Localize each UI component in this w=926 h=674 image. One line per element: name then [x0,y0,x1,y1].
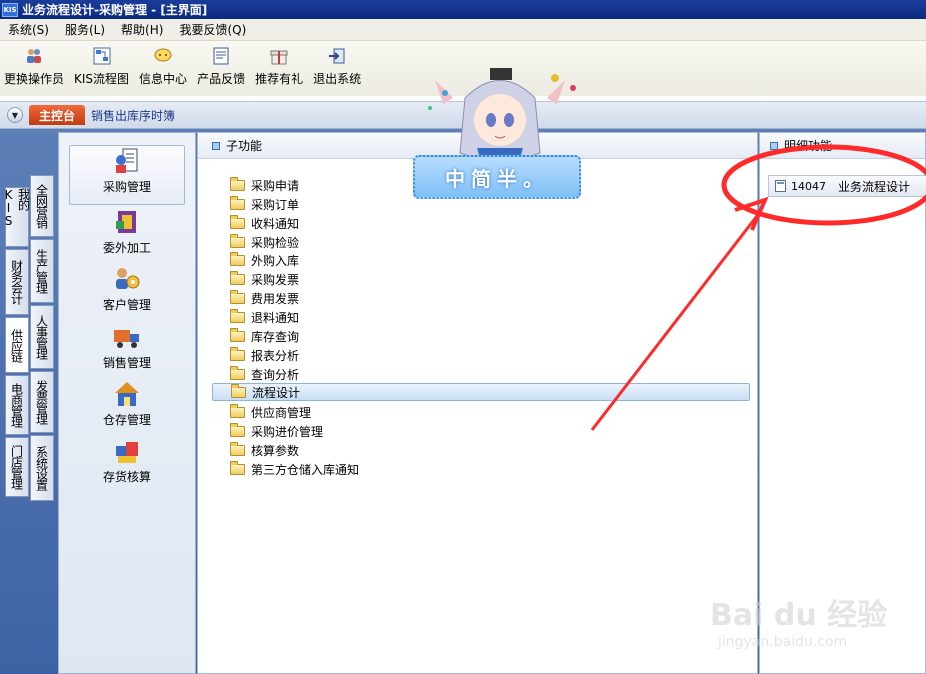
sales-truck-icon [112,322,142,352]
folder-icon [230,270,245,285]
folder-icon [230,346,245,361]
kis-logo-icon: KIS [2,2,18,17]
switch-operator-button[interactable]: 更换操作员 [4,47,64,87]
vtab-ecommerce[interactable]: 电商管理 [5,375,29,435]
product-feedback-button[interactable]: 产品反馈 [197,47,245,87]
menu-bar: 系统(S) 服务(L) 帮助(H) 我要反馈(Q) [0,19,926,41]
folder-icon [230,251,245,266]
detail-item-workflow-design[interactable]: 14047 业务流程设计 [768,175,926,197]
category-panel: 采购管理 委外加工 客户管理 销售管理 仓存管理 存货核算 [58,132,196,674]
tab-dropdown-button[interactable]: ▼ [7,107,23,123]
category-sales[interactable]: 销售管理 [69,322,185,376]
folder-icon [230,195,245,210]
folder-icon [230,422,245,437]
document-icon [775,180,786,192]
detail-header: 明细功能 [760,133,925,159]
tree-item[interactable]: 收料通知 [212,214,750,232]
chevron-down-icon: ▼ [11,110,19,120]
folder-icon [230,403,245,418]
subfunction-panel: 子功能 采购申请 采购订单 收料通知 采购检验 外购入库 采购发票 费用发票 退… [197,132,758,674]
square-bullet-icon [770,141,778,150]
message-icon [154,47,172,65]
outsourcing-icon [112,207,142,237]
flowchart-icon [93,47,111,65]
title-bar: KIS 业务流程设计-采购管理 - [主界面] [0,0,926,19]
vtab-store[interactable]: 门店管理 [5,437,29,497]
detail-code: 14047 [791,179,826,193]
tab-sales-outbound[interactable]: 销售出库序时簿 [91,107,175,124]
vtab-my-kis[interactable]: 我的KIS [2,187,31,247]
exit-system-button[interactable]: 退出系统 [313,47,361,87]
tree-item-selected[interactable]: 流程设计 [212,383,750,401]
folder-icon [230,289,245,304]
watermark-url: jingyan.baidu.com [718,634,848,650]
vtab-finance[interactable]: 财务会计 [5,249,29,315]
menu-feedback[interactable]: 我要反馈(Q) [179,21,246,38]
info-center-button[interactable]: 信息中心 [139,47,187,87]
tree-item[interactable]: 第三方仓储入库通知 [212,460,750,478]
tree-item[interactable]: 外购入库 [212,251,750,269]
purchase-icon [112,146,142,176]
warehouse-icon [112,379,142,409]
vtab-marketing[interactable]: 全网营销 [30,175,54,237]
menu-service[interactable]: 服务(L) [65,21,105,38]
vtab-settings[interactable]: 系统设置 [30,435,54,501]
menu-system[interactable]: 系统(S) [8,21,49,38]
tree-item[interactable]: 采购发票 [212,270,750,288]
tree-item[interactable]: 核算参数 [212,441,750,459]
square-bullet-icon [212,141,220,150]
vtab-hr[interactable]: 人事管理 [30,305,54,369]
inventory-icon [112,436,142,466]
customer-icon [112,264,142,294]
feedback-icon [212,47,230,65]
tree-item[interactable]: 供应商管理 [212,403,750,421]
recommend-gift-button[interactable]: 推荐有礼 [255,47,303,87]
folder-icon [230,308,245,323]
gift-icon [270,47,288,65]
detail-label: 业务流程设计 [838,179,911,194]
watermark-brand: Bai du 经验 [710,598,888,633]
users-icon [25,47,43,65]
folder-icon [230,233,245,248]
vtab-production[interactable]: 生产管理 [30,239,54,303]
tree-item[interactable]: 采购检验 [212,233,750,251]
tree-item[interactable]: 退料通知 [212,308,750,326]
tree-item[interactable]: 采购进价管理 [212,422,750,440]
mascot-banner: 中简半。 [413,155,581,199]
vtab-invoice[interactable]: 发票管理 [30,371,54,433]
tab-main-console[interactable]: 主控台 [29,105,86,125]
tree-item[interactable]: 库存查询 [212,327,750,345]
exit-icon [328,47,346,65]
category-outsourcing[interactable]: 委外加工 [69,207,185,261]
folder-icon [230,460,245,475]
folder-icon [230,365,245,380]
folder-icon [230,441,245,456]
category-warehouse[interactable]: 仓存管理 [69,379,185,433]
folder-icon [230,176,245,191]
category-inventory[interactable]: 存货核算 [69,436,185,490]
folder-icon [231,383,246,398]
kis-flowchart-button[interactable]: KIS流程图 [74,47,129,87]
menu-help[interactable]: 帮助(H) [121,21,163,38]
category-purchase[interactable]: 采购管理 [69,145,185,205]
folder-icon [230,214,245,229]
window-title: 业务流程设计-采购管理 - [主界面] [22,3,208,17]
tree-item[interactable]: 查询分析 [212,365,750,383]
folder-icon [230,327,245,342]
category-customer[interactable]: 客户管理 [69,264,185,318]
tree-item[interactable]: 费用发票 [212,289,750,307]
baidu-watermark: Bai du 经验 jingyan.baidu.com [700,576,920,666]
vtab-supply-chain[interactable]: 供应链 [5,317,29,373]
tree-item[interactable]: 报表分析 [212,346,750,364]
